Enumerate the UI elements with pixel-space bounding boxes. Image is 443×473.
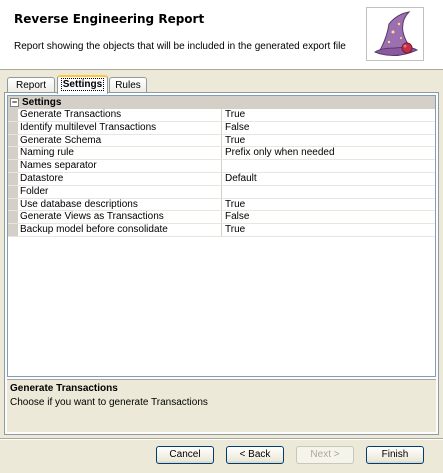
back-button[interactable]: < Back	[226, 446, 284, 464]
property-name: Generate Schema	[20, 134, 102, 146]
category-row-settings[interactable]: − Settings	[8, 96, 435, 109]
row-gutter	[8, 147, 18, 160]
row-gutter	[8, 160, 18, 172]
property-value[interactable]: True	[221, 198, 435, 211]
row-gutter	[8, 109, 18, 121]
property-grid: − Settings Generate Transactions True Id…	[7, 95, 436, 377]
property-value[interactable]: True	[221, 134, 435, 147]
property-name: Naming rule	[20, 147, 74, 159]
property-name: Use database descriptions	[20, 198, 138, 210]
tab-settings-label: Settings	[60, 78, 105, 91]
tab-rules[interactable]: Rules	[109, 77, 147, 93]
property-row[interactable]: Naming rule Prefix only when needed	[8, 147, 435, 161]
property-name: Datastore	[20, 172, 64, 184]
row-gutter	[8, 224, 18, 236]
footer-divider	[0, 438, 443, 440]
row-gutter	[8, 172, 18, 185]
property-row[interactable]: Datastore Default	[8, 172, 435, 186]
property-name: Generate Transactions	[20, 109, 219, 121]
category-label: Settings	[22, 97, 62, 108]
row-gutter	[8, 185, 18, 198]
property-name: Backup model before consolidate	[20, 224, 168, 236]
description-title: Generate Transactions	[10, 383, 118, 394]
property-name: Folder	[20, 185, 49, 197]
property-value[interactable]	[221, 185, 435, 198]
property-row[interactable]: Folder	[8, 185, 435, 199]
property-row[interactable]: Generate Transactions True	[8, 109, 435, 122]
property-description-box: Generate Transactions Choose if you want…	[7, 379, 436, 432]
row-gutter	[8, 121, 18, 134]
row-gutter	[8, 211, 18, 224]
next-button[interactable]: Next >	[296, 446, 354, 464]
finish-button[interactable]: Finish	[366, 446, 424, 464]
property-row[interactable]: Use database descriptions True	[8, 198, 435, 212]
property-row[interactable]: Names separator	[8, 160, 435, 173]
tab-rules-label: Rules	[115, 80, 141, 91]
property-row[interactable]: Generate Schema True	[8, 134, 435, 148]
property-name: Generate Views as Transactions	[20, 211, 164, 223]
property-row[interactable]: Backup model before consolidate True	[8, 224, 435, 237]
property-value[interactable]: True	[221, 109, 435, 121]
settings-panel: − Settings Generate Transactions True Id…	[4, 92, 439, 435]
page-description: Report showing the objects that will be …	[14, 41, 346, 52]
property-value[interactable]: True	[221, 224, 435, 236]
cancel-button[interactable]: Cancel	[156, 446, 214, 464]
tab-settings[interactable]: Settings	[57, 75, 108, 94]
property-row[interactable]: Identify multilevel Transactions False	[8, 121, 435, 135]
collapse-icon[interactable]: −	[10, 98, 19, 107]
property-value[interactable]: Default	[221, 172, 435, 185]
property-name: Names separator	[20, 160, 97, 172]
description-text: Choose if you want to generate Transacti…	[10, 397, 208, 408]
page-title: Reverse Engineering Report	[14, 12, 205, 26]
tab-report-label: Report	[15, 80, 46, 91]
property-value[interactable]	[221, 160, 435, 172]
property-row[interactable]: Generate Views as Transactions False	[8, 211, 435, 225]
property-name: Identify multilevel Transactions	[20, 121, 157, 133]
property-value[interactable]: False	[221, 121, 435, 134]
property-value[interactable]: Prefix only when needed	[221, 147, 435, 160]
row-gutter	[8, 134, 18, 147]
row-gutter	[8, 198, 18, 211]
wizard-header: Reverse Engineering Report Report showin…	[0, 0, 443, 70]
wizard-hat-icon	[366, 7, 424, 61]
tab-report[interactable]: Report	[7, 77, 55, 93]
property-value[interactable]: False	[221, 211, 435, 224]
